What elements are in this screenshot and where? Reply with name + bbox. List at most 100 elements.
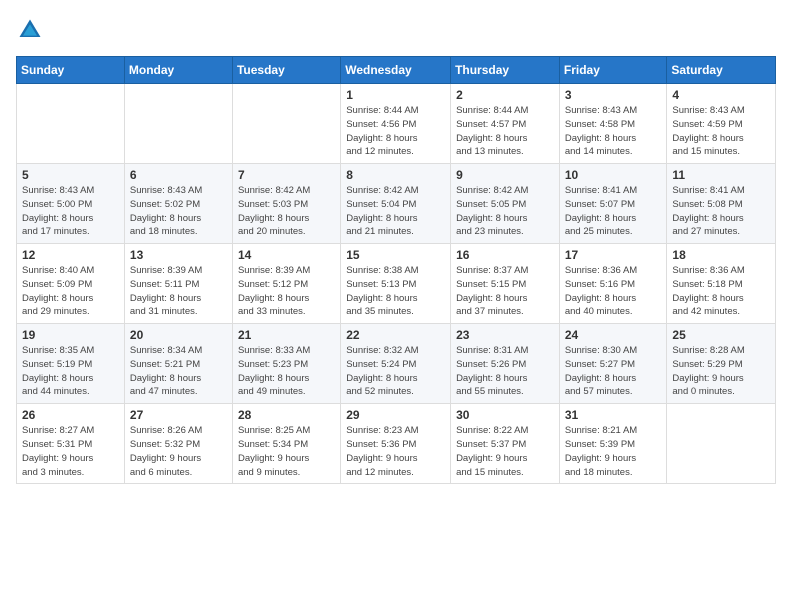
day-info: Sunrise: 8:22 AM Sunset: 5:37 PM Dayligh…: [456, 424, 554, 479]
page-header: [16, 16, 776, 44]
day-info: Sunrise: 8:33 AM Sunset: 5:23 PM Dayligh…: [238, 344, 335, 399]
calendar-day-cell: 6 Sunrise: 8:43 AM Sunset: 5:02 PM Daylig…: [124, 164, 232, 244]
day-info: Sunrise: 8:42 AM Sunset: 5:05 PM Dayligh…: [456, 184, 554, 239]
day-info: Sunrise: 8:39 AM Sunset: 5:12 PM Dayligh…: [238, 264, 335, 319]
calendar-day-cell: 14 Sunrise: 8:39 AM Sunset: 5:12 PM Dayli…: [232, 244, 340, 324]
day-info: Sunrise: 8:32 AM Sunset: 5:24 PM Dayligh…: [346, 344, 445, 399]
calendar-week-row: 1 Sunrise: 8:44 AM Sunset: 4:56 PM Daylig…: [17, 84, 776, 164]
day-number: 19: [22, 328, 119, 342]
day-info: Sunrise: 8:43 AM Sunset: 5:02 PM Dayligh…: [130, 184, 227, 239]
day-number: 8: [346, 168, 445, 182]
calendar-header-row: SundayMondayTuesdayWednesdayThursdayFrid…: [17, 57, 776, 84]
day-number: 17: [565, 248, 662, 262]
calendar-week-row: 12 Sunrise: 8:40 AM Sunset: 5:09 PM Dayli…: [17, 244, 776, 324]
calendar-day-cell: 26 Sunrise: 8:27 AM Sunset: 5:31 PM Dayli…: [17, 404, 125, 484]
day-info: Sunrise: 8:41 AM Sunset: 5:07 PM Dayligh…: [565, 184, 662, 239]
calendar-day-cell: 24Sunrise: 8:30 AM Sunset: 5:27 PM Dayli…: [559, 324, 667, 404]
day-number: 1: [346, 88, 445, 102]
calendar-day-cell: 13 Sunrise: 8:39 AM Sunset: 5:11 PM Dayli…: [124, 244, 232, 324]
day-number: 20: [130, 328, 227, 342]
weekday-header: Sunday: [17, 57, 125, 84]
calendar-day-cell: 11 Sunrise: 8:41 AM Sunset: 5:08 PM Dayli…: [667, 164, 776, 244]
day-info: Sunrise: 8:23 AM Sunset: 5:36 PM Dayligh…: [346, 424, 445, 479]
calendar-day-cell: 3Sunrise: 8:43 AM Sunset: 4:58 PM Daylig…: [559, 84, 667, 164]
calendar-day-cell: 28Sunrise: 8:25 AM Sunset: 5:34 PM Dayli…: [232, 404, 340, 484]
calendar-day-cell: 29 Sunrise: 8:23 AM Sunset: 5:36 PM Dayli…: [341, 404, 451, 484]
day-number: 10: [565, 168, 662, 182]
calendar-day-cell: 10 Sunrise: 8:41 AM Sunset: 5:07 PM Dayli…: [559, 164, 667, 244]
calendar-week-row: 19 Sunrise: 8:35 AM Sunset: 5:19 PM Dayli…: [17, 324, 776, 404]
calendar-day-cell: 22 Sunrise: 8:32 AM Sunset: 5:24 PM Dayli…: [341, 324, 451, 404]
day-info: Sunrise: 8:41 AM Sunset: 5:08 PM Dayligh…: [672, 184, 770, 239]
day-info: Sunrise: 8:35 AM Sunset: 5:19 PM Dayligh…: [22, 344, 119, 399]
day-info: Sunrise: 8:39 AM Sunset: 5:11 PM Dayligh…: [130, 264, 227, 319]
day-number: 14: [238, 248, 335, 262]
day-info: Sunrise: 8:43 AM Sunset: 4:58 PM Dayligh…: [565, 104, 662, 159]
day-info: Sunrise: 8:34 AM Sunset: 5:21 PM Dayligh…: [130, 344, 227, 399]
day-info: Sunrise: 8:36 AM Sunset: 5:16 PM Dayligh…: [565, 264, 662, 319]
calendar-day-cell: 5 Sunrise: 8:43 AM Sunset: 5:00 PM Daylig…: [17, 164, 125, 244]
day-info: Sunrise: 8:21 AM Sunset: 5:39 PM Dayligh…: [565, 424, 662, 479]
day-number: 11: [672, 168, 770, 182]
calendar-day-cell: 19 Sunrise: 8:35 AM Sunset: 5:19 PM Dayli…: [17, 324, 125, 404]
weekday-header: Monday: [124, 57, 232, 84]
day-info: Sunrise: 8:28 AM Sunset: 5:29 PM Dayligh…: [672, 344, 770, 399]
day-info: Sunrise: 8:42 AM Sunset: 5:04 PM Dayligh…: [346, 184, 445, 239]
day-number: 30: [456, 408, 554, 422]
weekday-header: Friday: [559, 57, 667, 84]
day-number: 16: [456, 248, 554, 262]
day-info: Sunrise: 8:36 AM Sunset: 5:18 PM Dayligh…: [672, 264, 770, 319]
calendar-day-cell: 9 Sunrise: 8:42 AM Sunset: 5:05 PM Daylig…: [451, 164, 560, 244]
day-info: Sunrise: 8:37 AM Sunset: 5:15 PM Dayligh…: [456, 264, 554, 319]
day-number: 4: [672, 88, 770, 102]
calendar-day-cell: 25 Sunrise: 8:28 AM Sunset: 5:29 PM Dayli…: [667, 324, 776, 404]
calendar-day-cell: 21 Sunrise: 8:33 AM Sunset: 5:23 PM Dayli…: [232, 324, 340, 404]
day-number: 21: [238, 328, 335, 342]
day-info: Sunrise: 8:38 AM Sunset: 5:13 PM Dayligh…: [346, 264, 445, 319]
calendar-day-cell: 23 Sunrise: 8:31 AM Sunset: 5:26 PM Dayli…: [451, 324, 560, 404]
day-number: 6: [130, 168, 227, 182]
weekday-header: Tuesday: [232, 57, 340, 84]
calendar-week-row: 26 Sunrise: 8:27 AM Sunset: 5:31 PM Dayli…: [17, 404, 776, 484]
calendar-day-cell: [667, 404, 776, 484]
day-number: 26: [22, 408, 119, 422]
day-number: 2: [456, 88, 554, 102]
calendar-day-cell: 17 Sunrise: 8:36 AM Sunset: 5:16 PM Dayli…: [559, 244, 667, 324]
weekday-header: Saturday: [667, 57, 776, 84]
day-info: Sunrise: 8:31 AM Sunset: 5:26 PM Dayligh…: [456, 344, 554, 399]
calendar-day-cell: 31 Sunrise: 8:21 AM Sunset: 5:39 PM Dayli…: [559, 404, 667, 484]
day-number: 18: [672, 248, 770, 262]
calendar-day-cell: 8 Sunrise: 8:42 AM Sunset: 5:04 PM Daylig…: [341, 164, 451, 244]
day-number: 31: [565, 408, 662, 422]
day-number: 13: [130, 248, 227, 262]
logo-icon: [16, 16, 44, 44]
calendar-day-cell: 16 Sunrise: 8:37 AM Sunset: 5:15 PM Dayli…: [451, 244, 560, 324]
calendar-day-cell: 27Sunrise: 8:26 AM Sunset: 5:32 PM Dayli…: [124, 404, 232, 484]
calendar-week-row: 5 Sunrise: 8:43 AM Sunset: 5:00 PM Daylig…: [17, 164, 776, 244]
weekday-header: Wednesday: [341, 57, 451, 84]
weekday-header: Thursday: [451, 57, 560, 84]
day-number: 22: [346, 328, 445, 342]
day-info: Sunrise: 8:30 AM Sunset: 5:27 PM Dayligh…: [565, 344, 662, 399]
day-number: 29: [346, 408, 445, 422]
calendar-day-cell: 30 Sunrise: 8:22 AM Sunset: 5:37 PM Dayli…: [451, 404, 560, 484]
day-info: Sunrise: 8:42 AM Sunset: 5:03 PM Dayligh…: [238, 184, 335, 239]
day-info: Sunrise: 8:40 AM Sunset: 5:09 PM Dayligh…: [22, 264, 119, 319]
day-number: 7: [238, 168, 335, 182]
day-number: 15: [346, 248, 445, 262]
day-info: Sunrise: 8:43 AM Sunset: 4:59 PM Dayligh…: [672, 104, 770, 159]
logo: [16, 16, 48, 44]
day-info: Sunrise: 8:27 AM Sunset: 5:31 PM Dayligh…: [22, 424, 119, 479]
day-info: Sunrise: 8:26 AM Sunset: 5:32 PM Dayligh…: [130, 424, 227, 479]
calendar-day-cell: 4 Sunrise: 8:43 AM Sunset: 4:59 PM Daylig…: [667, 84, 776, 164]
day-number: 23: [456, 328, 554, 342]
day-number: 25: [672, 328, 770, 342]
calendar-day-cell: [17, 84, 125, 164]
day-number: 5: [22, 168, 119, 182]
day-number: 9: [456, 168, 554, 182]
day-info: Sunrise: 8:44 AM Sunset: 4:57 PM Dayligh…: [456, 104, 554, 159]
day-info: Sunrise: 8:43 AM Sunset: 5:00 PM Dayligh…: [22, 184, 119, 239]
day-number: 12: [22, 248, 119, 262]
calendar-day-cell: 7 Sunrise: 8:42 AM Sunset: 5:03 PM Daylig…: [232, 164, 340, 244]
day-info: Sunrise: 8:44 AM Sunset: 4:56 PM Dayligh…: [346, 104, 445, 159]
